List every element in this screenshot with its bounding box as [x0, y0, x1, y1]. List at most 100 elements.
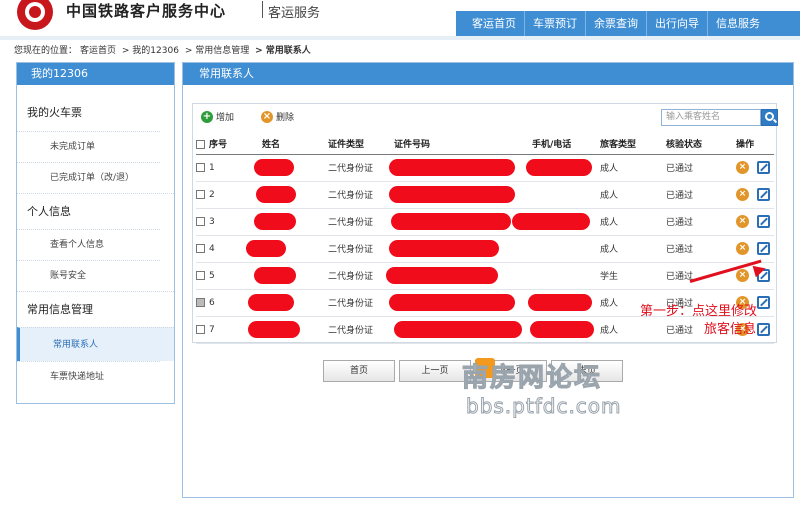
- redacted-name: [254, 267, 296, 284]
- row-checkbox[interactable]: [196, 189, 205, 199]
- row-status: 已通过: [666, 154, 736, 182]
- redacted-id-number: [391, 213, 511, 230]
- redacted-id-number: [386, 267, 498, 284]
- main-title: 常用联系人: [183, 63, 793, 85]
- annotation-line1: 第一步：点这里修改: [640, 304, 758, 319]
- table-row: 4 二代身份证 成人 已通过 ×: [196, 235, 774, 263]
- row-id-type: 二代身份证: [328, 316, 394, 344]
- table-row: 3 二代身份证 成人 已通过 ×: [196, 208, 774, 236]
- table-row: 7 二代身份证 成人 已通过 ×: [196, 316, 774, 344]
- row-id-type: 二代身份证: [328, 235, 394, 263]
- row-checkbox[interactable]: [196, 324, 205, 334]
- sidebar: 我的12306 我的火车票 未完成订单 已完成订单（改/退） 个人信息 查看个人…: [16, 62, 175, 404]
- row-no: 6: [209, 297, 215, 308]
- redacted-id-number: [389, 240, 499, 257]
- header-id-number: 证件号码: [394, 133, 532, 155]
- sidebar-item-completed-orders[interactable]: 已完成订单（改/退）: [17, 162, 160, 193]
- redacted-phone: [526, 159, 592, 176]
- sidebar-title[interactable]: 我的12306: [17, 63, 174, 85]
- breadcrumb: 您现在的位置： 客运首页 > 我的12306 > 常用信息管理 > 常用联系人: [14, 43, 314, 56]
- sidebar-section-tickets[interactable]: 我的火车票: [17, 95, 174, 131]
- nav-info-service[interactable]: 信息服务: [707, 11, 768, 36]
- watermark-title: 南房网论坛: [461, 363, 603, 394]
- delete-icon[interactable]: ×: [736, 269, 749, 282]
- row-checkbox[interactable]: [196, 297, 205, 307]
- row-no: 5: [209, 270, 215, 281]
- nav-home[interactable]: 客运首页: [456, 11, 524, 36]
- list-toolbar: + 增加 × 删除 输入乘客姓名: [201, 109, 778, 127]
- title-divider: [262, 1, 263, 18]
- row-no: 4: [209, 243, 215, 254]
- delete-icon[interactable]: ×: [736, 161, 749, 174]
- redacted-name: [246, 240, 286, 257]
- sidebar-item-account-security[interactable]: 账号安全: [17, 260, 160, 291]
- add-label: 增加: [216, 113, 235, 123]
- table-row: 5 二代身份证 学生 已通过 ×: [196, 262, 774, 290]
- delete-icon[interactable]: ×: [736, 242, 749, 255]
- table-row: 1 二代身份证 成人 已通过 ×: [196, 154, 774, 182]
- row-status: 已通过: [666, 208, 736, 236]
- nav-travel-guide[interactable]: 出行向导: [646, 11, 707, 36]
- nav-stripe: [0, 36, 800, 40]
- main-panel: 常用联系人 + 增加 × 删除 输入乘客姓名 序号 姓名 证件类型 证件号码 手…: [182, 62, 794, 498]
- select-all-checkbox[interactable]: [196, 139, 205, 149]
- redacted-id-number: [389, 186, 515, 203]
- delete-icon[interactable]: ×: [736, 188, 749, 201]
- header-passenger-type: 旅客类型: [600, 133, 666, 155]
- redacted-id-number: [389, 294, 515, 311]
- sidebar-item-view-profile[interactable]: 查看个人信息: [17, 229, 160, 260]
- search-button[interactable]: [761, 109, 778, 126]
- nav-booking[interactable]: 车票预订: [524, 11, 585, 36]
- search-input[interactable]: 输入乘客姓名: [661, 109, 761, 126]
- breadcrumb-my12306[interactable]: > 我的12306: [122, 46, 179, 56]
- prev-page-button[interactable]: 上一页: [399, 360, 471, 382]
- railway-logo-icon[interactable]: [17, 0, 53, 30]
- row-checkbox[interactable]: [196, 243, 205, 253]
- sidebar-item-contacts[interactable]: 常用联系人: [17, 327, 174, 361]
- nav-remaining-tickets[interactable]: 余票查询: [585, 11, 646, 36]
- breadcrumb-info-manage[interactable]: > 常用信息管理: [185, 46, 249, 56]
- row-no: 3: [209, 216, 215, 227]
- row-passenger-type: 成人: [600, 154, 666, 182]
- row-passenger-type: 学生: [600, 262, 666, 290]
- top-nav: 客运首页 车票预订 余票查询 出行向导 信息服务: [456, 11, 800, 36]
- edit-icon[interactable]: [757, 242, 770, 255]
- sidebar-item-pending-orders[interactable]: 未完成订单: [17, 131, 160, 162]
- row-checkbox[interactable]: [196, 270, 205, 280]
- row-status: 已通过: [666, 181, 736, 209]
- redacted-name: [248, 321, 300, 338]
- row-no: 7: [209, 324, 215, 335]
- header-id-type: 证件类型: [328, 133, 394, 155]
- breadcrumb-home[interactable]: 客运首页: [80, 46, 116, 56]
- edit-icon[interactable]: [757, 188, 770, 201]
- redacted-phone: [530, 321, 594, 338]
- add-button[interactable]: + 增加: [201, 110, 234, 123]
- header-status: 核验状态: [666, 133, 736, 155]
- header-no: 序号: [196, 133, 262, 155]
- redacted-phone: [512, 213, 590, 230]
- delete-icon[interactable]: ×: [736, 215, 749, 228]
- edit-icon[interactable]: [757, 161, 770, 174]
- table-row: 2 二代身份证 成人 已通过 ×: [196, 181, 774, 209]
- row-no: 2: [209, 189, 215, 200]
- sidebar-section-common-info[interactable]: 常用信息管理: [17, 291, 174, 327]
- redacted-name: [248, 294, 294, 311]
- watermark-url: bbs.ptfdc.com: [466, 394, 622, 419]
- redacted-name: [254, 213, 296, 230]
- edit-icon[interactable]: [757, 323, 770, 336]
- header-actions: 操作: [736, 133, 774, 155]
- row-checkbox[interactable]: [196, 162, 205, 172]
- redacted-id-number: [394, 321, 522, 338]
- row-status: 已通过: [666, 235, 736, 263]
- first-page-button[interactable]: 首页: [323, 360, 395, 382]
- edit-icon[interactable]: [757, 296, 770, 309]
- row-passenger-type: 成人: [600, 316, 666, 344]
- edit-icon[interactable]: [757, 215, 770, 228]
- delete-button[interactable]: × 删除: [261, 110, 294, 123]
- row-passenger-type: 成人: [600, 208, 666, 236]
- sidebar-item-delivery-address[interactable]: 车票快递地址: [17, 361, 160, 392]
- row-no: 1: [209, 162, 215, 173]
- table-header-row: 序号 姓名 证件类型 证件号码 手机/电话 旅客类型 核验状态 操作: [196, 133, 774, 155]
- row-checkbox[interactable]: [196, 216, 205, 226]
- sidebar-section-personal[interactable]: 个人信息: [17, 193, 174, 229]
